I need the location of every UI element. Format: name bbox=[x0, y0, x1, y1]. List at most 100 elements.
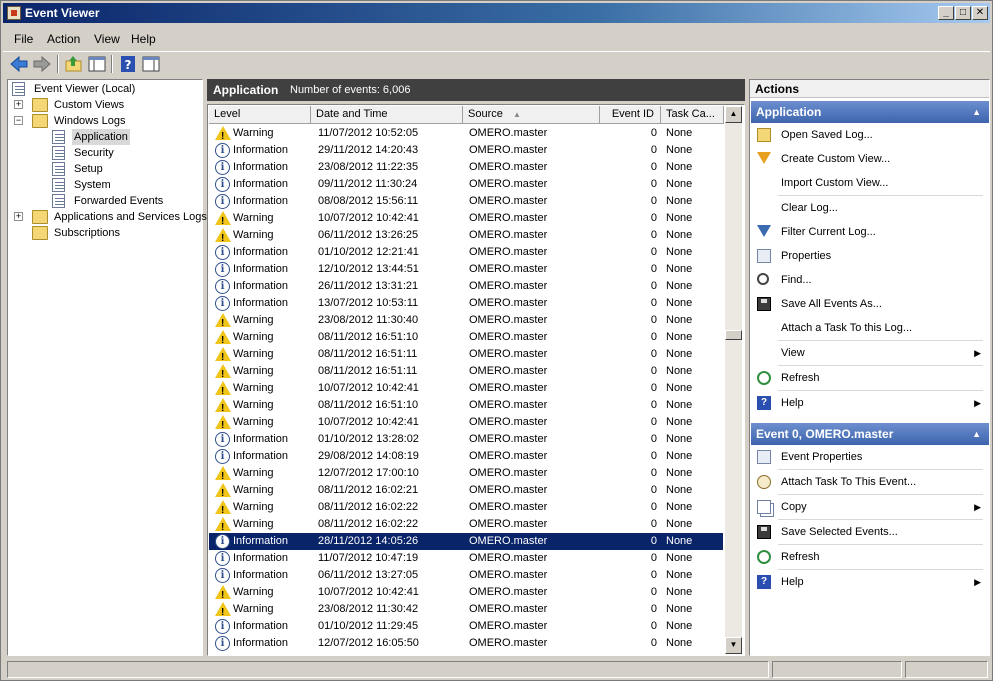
collapse-section-icon[interactable]: ▲ bbox=[972, 423, 981, 445]
action-filter-current-log[interactable]: Filter Current Log... bbox=[751, 221, 989, 243]
tree-item-windows-logs[interactable]: − Windows Logs bbox=[12, 113, 192, 129]
scroll-up-icon[interactable]: ▲ bbox=[725, 106, 742, 123]
forward-arrow-icon[interactable] bbox=[32, 54, 52, 74]
action-label: Filter Current Log... bbox=[781, 226, 876, 238]
action-attach-a-task-to-this-log[interactable]: Attach a Task To this Log... bbox=[751, 317, 989, 339]
table-row[interactable]: i Information 12/07/2012 16:05:50 OMERO.mas… bbox=[209, 635, 723, 652]
action-import-custom-view[interactable]: Import Custom View... bbox=[751, 172, 989, 194]
table-row[interactable]: ! Warning 08/11/2012 16:51:11 OMERO.master 0… bbox=[209, 363, 723, 380]
task-category-cell: None bbox=[666, 416, 693, 428]
task-category-cell: None bbox=[666, 535, 693, 547]
table-row[interactable]: i Information 28/11/2012 14:05:26 OMERO.mas… bbox=[209, 533, 723, 550]
scroll-down-icon[interactable]: ▼ bbox=[725, 637, 742, 654]
tree-item-security[interactable]: Security bbox=[12, 145, 192, 161]
table-row[interactable]: i Information 26/11/2012 13:31:21 OMERO.mas… bbox=[209, 278, 723, 295]
tree-item-app-services-logs[interactable]: + Applications and Services Logs bbox=[12, 209, 207, 225]
table-row[interactable]: ! Warning 23/08/2012 11:30:40 OMERO.master 0… bbox=[209, 312, 723, 329]
column-header-task[interactable]: Task Ca... bbox=[661, 106, 724, 124]
table-row[interactable]: ! Warning 23/08/2012 11:30:42 OMERO.master 0… bbox=[209, 601, 723, 618]
table-row[interactable]: ! Warning 08/11/2012 16:02:21 OMERO.master 0… bbox=[209, 482, 723, 499]
action-event-properties[interactable]: Event Properties bbox=[751, 446, 989, 468]
action-save-selected-events[interactable]: Save Selected Events... bbox=[751, 521, 989, 543]
table-row[interactable]: i Information 23/08/2012 11:22:35 OMERO.mas… bbox=[209, 159, 723, 176]
table-row[interactable]: ! Warning 10/07/2012 10:42:41 OMERO.master 0… bbox=[209, 210, 723, 227]
table-row[interactable]: i Information 29/11/2012 14:20:43 OMERO.mas… bbox=[209, 142, 723, 159]
tree-item-system[interactable]: System bbox=[12, 177, 192, 193]
scroll-thumb[interactable] bbox=[725, 330, 742, 340]
collapse-icon[interactable]: − bbox=[14, 116, 23, 125]
table-row[interactable]: ! Warning 08/11/2012 16:02:22 OMERO.master 0… bbox=[209, 516, 723, 533]
back-arrow-icon[interactable] bbox=[9, 54, 29, 74]
table-row[interactable]: ! Warning 12/07/2012 17:00:10 OMERO.master 0… bbox=[209, 465, 723, 482]
action-refresh[interactable]: Refresh bbox=[751, 546, 989, 568]
level-cell: Warning bbox=[233, 518, 274, 530]
tree-item-root[interactable]: Event Viewer (Local) bbox=[12, 81, 192, 97]
table-row[interactable]: ! Warning 06/11/2012 13:26:25 OMERO.master 0… bbox=[209, 227, 723, 244]
action-help[interactable]: ? Help ▶ bbox=[751, 392, 989, 414]
action-open-saved-log[interactable]: Open Saved Log... bbox=[751, 124, 989, 146]
table-row[interactable]: i Information 01/10/2012 13:28:02 OMERO.mas… bbox=[209, 431, 723, 448]
column-header-source[interactable]: Source ▲ bbox=[463, 106, 600, 124]
action-attach-task-to-this-event[interactable]: Attach Task To This Event... bbox=[751, 471, 989, 493]
column-label: Event ID bbox=[611, 108, 654, 120]
action-find[interactable]: Find... bbox=[751, 269, 989, 291]
collapse-section-icon[interactable]: ▲ bbox=[972, 101, 981, 123]
menu-action[interactable]: Action bbox=[47, 32, 80, 46]
show-hide-tree-icon[interactable] bbox=[87, 54, 107, 74]
tree-item-setup[interactable]: Setup bbox=[12, 161, 192, 177]
action-view[interactable]: View ▶ bbox=[751, 342, 989, 364]
action-create-custom-view[interactable]: Create Custom View... bbox=[751, 148, 989, 170]
close-button[interactable]: ✕ bbox=[972, 6, 988, 20]
help-icon[interactable]: ? bbox=[118, 54, 138, 74]
table-row[interactable]: i Information 06/11/2012 13:27:05 OMERO.mas… bbox=[209, 567, 723, 584]
table-row[interactable]: ! Warning 08/11/2012 16:51:10 OMERO.master 0… bbox=[209, 397, 723, 414]
minimize-button[interactable]: _ bbox=[938, 6, 954, 20]
action-help[interactable]: ? Help ▶ bbox=[751, 571, 989, 593]
information-icon: i bbox=[215, 262, 230, 277]
table-row[interactable]: i Information 01/10/2012 12:21:41 OMERO.mas… bbox=[209, 244, 723, 261]
show-hide-action-pane-icon[interactable] bbox=[141, 54, 161, 74]
action-save-all-events-as[interactable]: Save All Events As... bbox=[751, 293, 989, 315]
table-row[interactable]: ! Warning 08/11/2012 16:51:11 OMERO.master 0… bbox=[209, 346, 723, 363]
table-row[interactable]: ! Warning 10/07/2012 10:42:41 OMERO.master 0… bbox=[209, 414, 723, 431]
table-row[interactable]: i Information 01/10/2012 11:29:45 OMERO.mas… bbox=[209, 618, 723, 635]
tree-item-application[interactable]: Application bbox=[12, 129, 192, 145]
status-panel bbox=[772, 661, 902, 678]
table-row[interactable]: i Information 08/08/2012 15:56:11 OMERO.mas… bbox=[209, 193, 723, 210]
menu-help[interactable]: Help bbox=[131, 32, 156, 46]
action-clear-log[interactable]: Clear Log... bbox=[751, 197, 989, 219]
up-folder-icon[interactable] bbox=[64, 54, 84, 74]
folder-icon bbox=[32, 98, 48, 112]
menu-file[interactable]: File bbox=[14, 32, 33, 46]
table-row[interactable]: ! Warning 10/07/2012 10:42:41 OMERO.master 0… bbox=[209, 380, 723, 397]
column-header-level[interactable]: Level bbox=[209, 106, 311, 124]
source-cell: OMERO.master bbox=[469, 297, 548, 309]
maximize-button[interactable]: □ bbox=[955, 6, 971, 20]
column-header-date[interactable]: Date and Time bbox=[311, 106, 463, 124]
tree-item-forwarded-events[interactable]: Forwarded Events bbox=[12, 193, 192, 209]
column-header-event-id[interactable]: Event ID bbox=[600, 106, 661, 124]
action-label: Properties bbox=[781, 250, 832, 262]
task-category-cell: None bbox=[666, 450, 693, 462]
action-separator bbox=[778, 494, 983, 495]
table-row[interactable]: ! Warning 11/07/2012 10:52:05 OMERO.master 0… bbox=[209, 125, 723, 142]
table-row[interactable]: i Information 11/07/2012 10:47:19 OMERO.mas… bbox=[209, 550, 723, 567]
expand-icon[interactable]: + bbox=[14, 100, 23, 109]
table-row[interactable]: ! Warning 10/07/2012 10:42:41 OMERO.master 0… bbox=[209, 584, 723, 601]
table-row[interactable]: i Information 12/10/2012 13:44:51 OMERO.mas… bbox=[209, 261, 723, 278]
expand-icon[interactable]: + bbox=[14, 212, 23, 221]
table-row[interactable]: i Information 29/08/2012 14:08:19 OMERO.mas… bbox=[209, 448, 723, 465]
action-refresh[interactable]: Refresh bbox=[751, 367, 989, 389]
tree-item-custom-views[interactable]: + Custom Views bbox=[12, 97, 192, 113]
menu-view[interactable]: View bbox=[94, 32, 120, 46]
action-properties[interactable]: Properties bbox=[751, 245, 989, 267]
section-header-event[interactable]: Event 0, OMERO.master ▲ bbox=[751, 423, 989, 445]
table-row[interactable]: i Information 09/11/2012 11:30:24 OMERO.mas… bbox=[209, 176, 723, 193]
table-row[interactable]: ! Warning 08/11/2012 16:51:10 OMERO.master 0… bbox=[209, 329, 723, 346]
tree-item-subscriptions[interactable]: Subscriptions bbox=[12, 225, 192, 241]
vertical-scrollbar[interactable]: ▲ ▼ bbox=[725, 106, 742, 654]
section-header-application[interactable]: Application ▲ bbox=[751, 101, 989, 123]
action-copy[interactable]: Copy ▶ bbox=[751, 496, 989, 518]
table-row[interactable]: ! Warning 08/11/2012 16:02:22 OMERO.master 0… bbox=[209, 499, 723, 516]
table-row[interactable]: i Information 13/07/2012 10:53:11 OMERO.mas… bbox=[209, 295, 723, 312]
